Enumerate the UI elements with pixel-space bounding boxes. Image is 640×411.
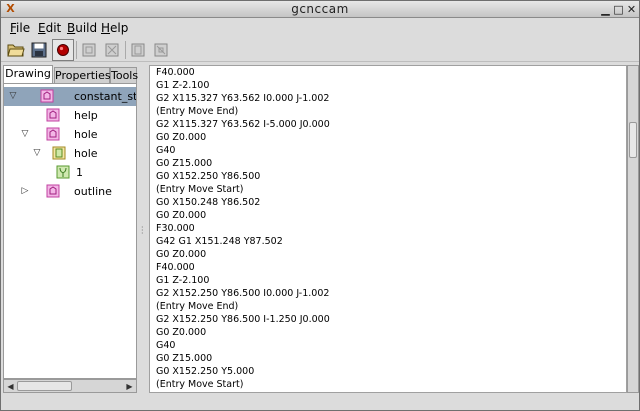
expander-expanded-icon[interactable]: ▽ xyxy=(32,148,42,158)
layer-node-icon xyxy=(52,146,66,160)
scroll-left-icon[interactable]: ◀ xyxy=(5,381,16,392)
gcode-line: (Entry Move End) xyxy=(156,106,239,117)
layer-alt-icon xyxy=(131,43,145,57)
gcode-line: G1 Z-2.100 xyxy=(156,275,210,286)
drawing-tree: ▽ constant_str help ▽ hole ▽ hole 1 ▷ ou… xyxy=(3,83,137,379)
tab-tools[interactable]: Tools xyxy=(110,67,138,83)
tree-label: 1 xyxy=(76,166,83,179)
gcode-line: G2 X115.327 Y63.562 I-5.000 J0.000 xyxy=(156,119,330,130)
gcode-line: G2 X152.250 Y86.500 I0.000 J-1.002 xyxy=(156,288,330,299)
gcode-line: G0 X152.250 Y86.500 xyxy=(156,171,261,182)
gcode-vertical-scrollbar[interactable] xyxy=(627,65,639,393)
gcode-line: G40 xyxy=(156,340,176,351)
expander-expanded-icon[interactable]: ▽ xyxy=(8,91,18,101)
menu-help[interactable]: Help xyxy=(101,19,128,37)
tree-row-outline[interactable]: ▷ outline xyxy=(4,182,136,201)
scrollbar-thumb[interactable] xyxy=(17,381,72,391)
open-button[interactable] xyxy=(5,39,27,61)
tool-button-layer[interactable] xyxy=(78,39,100,61)
drawing-node-icon xyxy=(46,108,60,122)
tree-row-hole-child[interactable]: ▽ hole xyxy=(4,144,136,163)
gcode-line: G2 X115.327 Y63.562 I0.000 J-1.002 xyxy=(156,93,330,104)
tree-label: outline xyxy=(74,185,112,198)
gcode-line: (Entry Move End) xyxy=(156,301,239,312)
maximize-icon[interactable]: □ xyxy=(612,3,625,16)
tab-properties[interactable]: Properties xyxy=(54,67,111,83)
tool-button-layer-alt[interactable] xyxy=(127,39,149,61)
tree-row-help[interactable]: help xyxy=(4,106,136,125)
layer-icon xyxy=(82,43,96,57)
tree-row-hole[interactable]: ▽ hole xyxy=(4,125,136,144)
save-button[interactable] xyxy=(28,39,50,61)
gcode-line: F40.000 xyxy=(156,67,195,78)
tool-button-layer-plus[interactable] xyxy=(101,39,123,61)
title-bar[interactable]: X gcnccam ▁ □ ✕ xyxy=(1,1,639,18)
layer-plus-icon xyxy=(105,43,119,57)
tree-row-constant-str[interactable]: ▽ constant_str xyxy=(4,87,136,106)
menu-build[interactable]: Build xyxy=(67,19,97,37)
close-icon[interactable]: ✕ xyxy=(625,3,638,16)
tree-label: hole xyxy=(74,128,98,141)
gcode-line: (Entry Move Start) xyxy=(156,379,244,390)
toolbar xyxy=(1,38,639,62)
gcode-line: G0 Z15.000 xyxy=(156,158,213,169)
menu-edit[interactable]: Edit xyxy=(38,19,61,37)
gcode-line: G0 Z0.000 xyxy=(156,132,207,143)
gcode-line: G0 X150.248 Y86.502 xyxy=(156,197,261,208)
tool-button-layer-cut[interactable] xyxy=(150,39,172,61)
tab-drawing[interactable]: Drawing xyxy=(3,65,53,83)
record-button[interactable] xyxy=(52,39,74,61)
expander-collapsed-icon[interactable]: ▷ xyxy=(20,186,30,196)
gcode-line: G0 Z0.000 xyxy=(156,327,207,338)
drawing-node-icon xyxy=(40,89,54,103)
toolbar-separator xyxy=(76,41,77,59)
scroll-right-icon[interactable]: ▶ xyxy=(124,381,135,392)
expander-expanded-icon[interactable]: ▽ xyxy=(20,129,30,139)
tree-label: help xyxy=(74,109,98,122)
gcode-line: G2 X152.250 Y86.500 I-1.250 J0.000 xyxy=(156,314,330,325)
gcode-line: (Entry Move Start) xyxy=(156,184,244,195)
drawing-node-icon xyxy=(46,127,60,141)
gcode-line: G0 Z15.000 xyxy=(156,353,213,364)
toolbar-separator xyxy=(125,41,126,59)
left-pane: Drawing Properties Tools ▽ constant_str … xyxy=(3,65,138,394)
save-disk-icon xyxy=(31,42,47,58)
window-title: gcnccam xyxy=(291,2,349,16)
gcode-line: F30.000 xyxy=(156,223,195,234)
layer-cut-icon xyxy=(154,43,168,57)
menu-file[interactable]: File xyxy=(10,19,30,37)
scrollbar-thumb[interactable] xyxy=(629,122,637,158)
tree-row-1[interactable]: 1 xyxy=(4,163,136,182)
menu-bar: File Edit Build Help xyxy=(1,19,639,37)
gcode-line: G0 Z0.000 xyxy=(156,249,207,260)
record-icon xyxy=(57,44,69,56)
gcode-line: F40.000 xyxy=(156,262,195,273)
status-bar xyxy=(1,395,639,410)
pane-resize-handle[interactable]: · · · xyxy=(138,65,148,394)
gcode-line: G0 X150.248 Y5.002 xyxy=(156,391,254,392)
drawing-node-icon xyxy=(46,184,60,198)
tree-label: hole xyxy=(74,147,98,160)
grip-icon: · · · xyxy=(141,223,144,238)
pane-tabs: Drawing Properties Tools xyxy=(3,65,138,83)
gcode-line: G1 Z-2.100 xyxy=(156,80,210,91)
gcode-line: G0 Z0.000 xyxy=(156,210,207,221)
path-node-icon xyxy=(56,165,70,179)
open-folder-icon xyxy=(7,44,25,57)
tree-horizontal-scrollbar[interactable]: ◀ ▶ xyxy=(3,379,137,393)
app-window: X gcnccam ▁ □ ✕ File Edit Build Help Dra… xyxy=(0,0,640,411)
gcode-line: G0 X152.250 Y5.000 xyxy=(156,366,255,377)
minimize-icon[interactable]: ▁ xyxy=(599,3,612,16)
tree-label: constant_str xyxy=(74,90,137,103)
gcode-line: G40 xyxy=(156,145,176,156)
gcode-text-view[interactable]: F40.000 G1 Z-2.100 G2 X115.327 Y63.562 I0.… xyxy=(149,65,627,393)
gcode-line: G42 G1 X151.248 Y87.502 xyxy=(156,236,283,247)
